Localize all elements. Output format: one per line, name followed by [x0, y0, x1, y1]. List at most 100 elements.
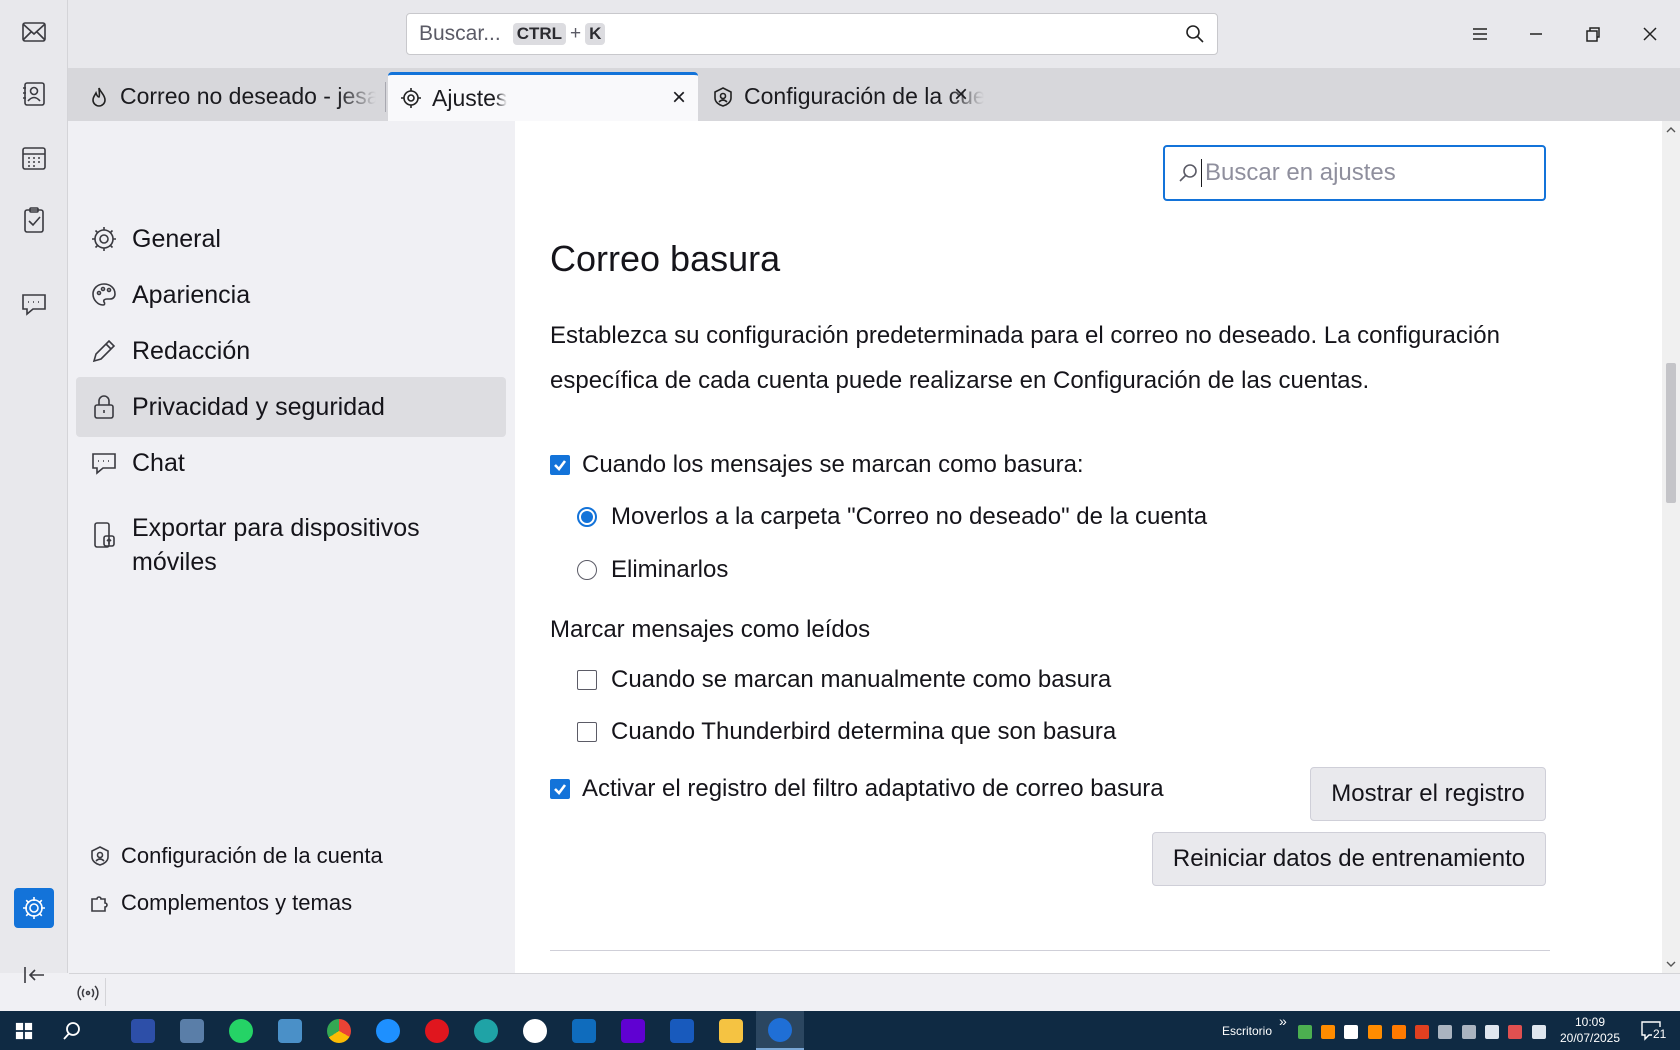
move-option-row[interactable]: Moverlos a la carpeta "Correo no deseado…: [577, 503, 1207, 531]
tray-volume-icon[interactable]: [1485, 1025, 1499, 1039]
delete-option-row[interactable]: Eliminarlos: [577, 556, 728, 584]
google-icon: [523, 1019, 547, 1043]
puzzle-icon: [91, 896, 108, 912]
auto-read-row[interactable]: Cuando Thunderbird determina que son bas…: [577, 718, 1116, 746]
category-privacy-security[interactable]: Privacidad y seguridad: [76, 377, 506, 437]
tray-app-icon[interactable]: [1298, 1025, 1312, 1039]
folder-icon: [719, 1019, 743, 1043]
notification-center-button[interactable]: 21: [1640, 1019, 1670, 1043]
collapse-left-icon: [24, 967, 44, 983]
delete-option-radio[interactable]: [577, 560, 597, 580]
tab-junk-folder[interactable]: Correo no deseado - jesav: [76, 72, 376, 121]
move-option-radio[interactable]: [577, 507, 597, 527]
tray-app-icon[interactable]: [1321, 1025, 1335, 1039]
taskbar-edge[interactable]: [470, 1015, 502, 1047]
content-scrollbar[interactable]: [1662, 121, 1680, 973]
online-status-icon[interactable]: [77, 982, 99, 1004]
tray-app-icon[interactable]: [1438, 1025, 1452, 1039]
taskbar-whatsapp[interactable]: [225, 1015, 257, 1047]
close-tab-icon[interactable]: ×: [950, 83, 972, 107]
taskbar-app-2[interactable]: [176, 1015, 208, 1047]
taskbar-app-4[interactable]: [274, 1015, 306, 1047]
desktop-toolbar-label[interactable]: Escritorio: [1222, 1024, 1272, 1038]
settings-space-button[interactable]: [14, 888, 54, 928]
when-marked-checkbox[interactable]: [550, 455, 570, 475]
settings-search-input[interactable]: Buscar en ajustes: [1163, 145, 1546, 201]
scroll-up-icon[interactable]: [1666, 125, 1676, 135]
minimize-button[interactable]: [1514, 14, 1558, 54]
checkmark-icon: [554, 784, 567, 795]
taskbar-opera[interactable]: [421, 1015, 453, 1047]
toolbar-overflow-icon[interactable]: »: [1279, 1013, 1287, 1029]
category-chat[interactable]: Chat: [76, 433, 506, 493]
shortcut-plus: +: [570, 23, 582, 44]
restore-button[interactable]: [1571, 14, 1615, 54]
global-search-input[interactable]: Buscar... CTRL + K: [406, 13, 1218, 55]
lock-icon: [94, 395, 114, 419]
taskbar-chrome[interactable]: [323, 1015, 355, 1047]
taskbar-clock[interactable]: 10:09 20/07/2025: [1555, 1014, 1625, 1046]
taskbar-search-button[interactable]: [56, 1015, 88, 1047]
calendar-space-button[interactable]: [14, 138, 54, 178]
enable-log-label: Activar el registro del filtro adaptativ…: [582, 775, 1164, 802]
tab-settings[interactable]: Ajustes ×: [388, 72, 698, 121]
reset-training-button[interactable]: Reiniciar datos de entrenamiento: [1152, 832, 1546, 886]
addons-themes-link[interactable]: Complementos y temas: [89, 890, 352, 916]
status-separator: [105, 978, 106, 1006]
opera-icon: [425, 1019, 449, 1043]
delete-option-label: Eliminarlos: [611, 556, 729, 583]
manual-read-row[interactable]: Cuando se marcan manualmente como basura: [577, 666, 1111, 694]
calendar-icon: [22, 147, 46, 170]
tab-bar: Correo no deseado - jesav Ajustes × Conf…: [68, 68, 1680, 121]
taskbar-ie[interactable]: [372, 1015, 404, 1047]
tray-app-icon[interactable]: [1508, 1025, 1522, 1039]
close-tab-icon[interactable]: ×: [668, 86, 690, 110]
start-button[interactable]: [8, 1015, 40, 1047]
mail-space-button[interactable]: [14, 12, 54, 52]
taskbar-outlook[interactable]: [568, 1015, 600, 1047]
category-general[interactable]: General: [76, 209, 506, 269]
category-appearance[interactable]: Apariencia: [76, 265, 506, 325]
taskbar-file-explorer[interactable]: [715, 1015, 747, 1047]
taskbar-google[interactable]: [519, 1015, 551, 1047]
outlook-icon: [572, 1019, 596, 1043]
manual-read-checkbox[interactable]: [577, 670, 597, 690]
tray-app-icon[interactable]: [1368, 1025, 1382, 1039]
tray-shield-icon[interactable]: [1344, 1025, 1358, 1039]
tasks-space-button[interactable]: [14, 200, 54, 240]
category-label: Chat: [132, 448, 185, 477]
account-settings-link-label: Configuración de la cuenta: [121, 843, 383, 868]
scroll-down-icon[interactable]: [1666, 959, 1676, 969]
mail-icon: [22, 22, 46, 42]
clock-date: 20/07/2025: [1559, 1031, 1621, 1045]
gear-icon: [23, 897, 45, 919]
tray-app-icon[interactable]: [1415, 1025, 1429, 1039]
show-log-button[interactable]: Mostrar el registro: [1310, 767, 1546, 821]
tab-account-settings[interactable]: Configuración de la cue ×: [700, 72, 1010, 121]
search-icon[interactable]: [1185, 24, 1205, 44]
internet-explorer-icon: [376, 1019, 400, 1043]
chat-space-button[interactable]: [14, 284, 54, 324]
account-settings-link[interactable]: Configuración de la cuenta: [89, 843, 383, 869]
close-window-button[interactable]: [1628, 14, 1672, 54]
taskbar-thunderbird[interactable]: [756, 1011, 804, 1050]
enable-log-row[interactable]: Activar el registro del filtro adaptativ…: [550, 775, 1164, 803]
auto-read-label: Cuando Thunderbird determina que son bas…: [611, 718, 1117, 745]
tray-app-icon[interactable]: [1392, 1025, 1406, 1039]
collapse-toolbar-button[interactable]: [14, 955, 54, 995]
enable-log-checkbox[interactable]: [550, 779, 570, 799]
tray-network-icon[interactable]: [1532, 1025, 1546, 1039]
app-menu-button[interactable]: [1458, 14, 1502, 54]
address-book-icon: [23, 82, 45, 106]
gear-icon: [92, 227, 116, 251]
scroll-thumb[interactable]: [1666, 363, 1676, 503]
category-composition[interactable]: Redacción: [76, 321, 506, 381]
taskbar-word[interactable]: [666, 1015, 698, 1047]
address-book-space-button[interactable]: [14, 74, 54, 114]
taskbar-yahoo[interactable]: [617, 1015, 649, 1047]
tray-usb-icon[interactable]: [1462, 1025, 1476, 1039]
taskbar-app-1[interactable]: [127, 1015, 159, 1047]
when-marked-checkbox-row[interactable]: Cuando los mensajes se marcan como basur…: [550, 451, 1084, 479]
category-mobile-export[interactable]: Exportar para dispositivos móviles: [76, 507, 506, 581]
auto-read-checkbox[interactable]: [577, 722, 597, 742]
